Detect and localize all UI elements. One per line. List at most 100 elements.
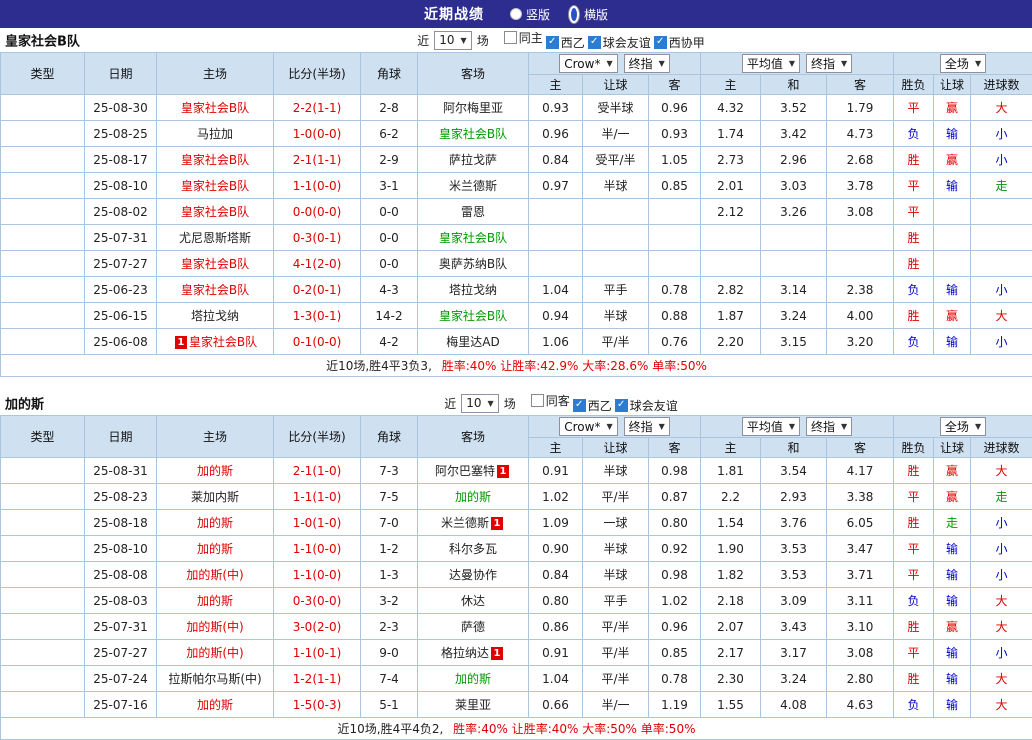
team-name: 加的斯 [5, 394, 44, 413]
home-team[interactable]: 1皇家社会B队 [157, 329, 274, 355]
away-team[interactable]: 皇家社会B队 [418, 121, 529, 147]
away-team[interactable]: 皇家社会B队 [418, 303, 529, 329]
home-team[interactable]: 塔拉戈纳 [157, 303, 274, 329]
home-team[interactable]: 皇家社会B队 [157, 199, 274, 225]
filter-bar: 近 10▼ 场 同客✓西乙✓球会友谊 [444, 392, 678, 414]
home-team[interactable]: 皇家社会B队 [157, 147, 274, 173]
league-type-badge: 球会友谊 [1, 199, 85, 225]
score: 1-5(0-3) [274, 692, 361, 718]
average-select[interactable]: 平均值▼ [742, 417, 800, 436]
col-header-corner: 角球 [361, 416, 418, 458]
filter-checkbox-球会友谊[interactable]: ✓球会友谊 [615, 397, 678, 414]
home-team[interactable]: 皇家社会B队 [157, 277, 274, 303]
filter-checkbox-西乙[interactable]: ✓西乙 [546, 34, 585, 51]
away-team[interactable]: 阿尔巴塞特1 [418, 458, 529, 484]
home-team-name: 皇家社会B队 [181, 205, 249, 219]
home-team[interactable]: 皇家社会B队 [157, 95, 274, 121]
home-team[interactable]: 莱加内斯 [157, 484, 274, 510]
odds-home: 0.90 [529, 536, 583, 562]
avg-away: 2.68 [827, 147, 894, 173]
avg-home: 2.2 [701, 484, 761, 510]
home-team[interactable]: 加的斯 [157, 588, 274, 614]
odds-handicap: 半/一 [583, 692, 649, 718]
odds-stage-select[interactable]: 终指▼ [624, 417, 670, 436]
away-team[interactable]: 米兰德斯 [418, 173, 529, 199]
match-count-select[interactable]: 10▼ [461, 394, 498, 413]
away-team[interactable]: 加的斯 [418, 484, 529, 510]
result-winloss: 平 [894, 199, 934, 225]
match-date: 25-07-24 [85, 666, 157, 692]
scope-header: 全场▼ [894, 53, 1032, 75]
bookmaker-select[interactable]: Crow*▼ [559, 417, 617, 436]
match-row: 西协甲25-06-081皇家社会B队0-1(0-0)4-2梅里达AD1.06平/… [1, 329, 1032, 355]
match-date: 25-07-31 [85, 225, 157, 251]
layout-radio-vertical[interactable]: 竖版 [510, 6, 550, 23]
away-team[interactable]: 阿尔梅里亚 [418, 95, 529, 121]
home-team[interactable]: 加的斯 [157, 536, 274, 562]
col-header-date: 日期 [85, 416, 157, 458]
corners: 7-4 [361, 666, 418, 692]
home-team[interactable]: 加的斯(中) [157, 562, 274, 588]
home-team[interactable]: 皇家社会B队 [157, 251, 274, 277]
home-team-name: 皇家社会B队 [181, 153, 249, 167]
odds-handicap [583, 225, 649, 251]
away-team[interactable]: 雷恩 [418, 199, 529, 225]
avg-stage-select[interactable]: 终指▼ [806, 417, 852, 436]
match-count-select[interactable]: 10▼ [434, 31, 471, 50]
chevron-down-icon: ▼ [659, 59, 665, 68]
match-date: 25-07-31 [85, 614, 157, 640]
sub-col-header: 让球 [583, 75, 649, 95]
odds-stage-select[interactable]: 终指▼ [624, 54, 670, 73]
result-goals: 小 [971, 562, 1032, 588]
filter-checkbox-西协甲[interactable]: ✓西协甲 [654, 34, 705, 51]
layout-radio-horizontal[interactable]: 横版 [568, 5, 608, 24]
corners: 7-0 [361, 510, 418, 536]
avg-stage-select[interactable]: 终指▼ [806, 54, 852, 73]
filter-checkbox-同客[interactable]: 同客 [531, 392, 570, 409]
away-team[interactable]: 米兰德斯1 [418, 510, 529, 536]
bookmaker-select[interactable]: Crow*▼ [559, 54, 617, 73]
scope-select[interactable]: 全场▼ [940, 54, 986, 73]
home-team[interactable]: 尤尼恩斯塔斯 [157, 225, 274, 251]
scope-select[interactable]: 全场▼ [940, 417, 986, 436]
result-winloss: 胜 [894, 458, 934, 484]
avg-home: 2.20 [701, 329, 761, 355]
away-team[interactable]: 达曼协作 [418, 562, 529, 588]
home-team[interactable]: 马拉加 [157, 121, 274, 147]
score: 2-2(1-1) [274, 95, 361, 121]
corners: 3-1 [361, 173, 418, 199]
home-team[interactable]: 皇家社会B队 [157, 173, 274, 199]
home-team-name: 皇家社会B队 [181, 257, 249, 271]
away-team[interactable]: 格拉纳达1 [418, 640, 529, 666]
away-team[interactable]: 休达 [418, 588, 529, 614]
away-team[interactable]: 奥萨苏纳B队 [418, 251, 529, 277]
away-team[interactable]: 皇家社会B队 [418, 225, 529, 251]
away-team[interactable]: 萨德 [418, 614, 529, 640]
home-team[interactable]: 拉斯帕尔马斯(中) [157, 666, 274, 692]
filter-checkbox-同主[interactable]: 同主 [504, 29, 543, 46]
away-team[interactable]: 萨拉戈萨 [418, 147, 529, 173]
home-team[interactable]: 加的斯 [157, 458, 274, 484]
away-team[interactable]: 科尔多瓦 [418, 536, 529, 562]
odds-away: 0.78 [649, 666, 701, 692]
checkbox-label: 西乙 [561, 34, 585, 51]
home-team[interactable]: 加的斯 [157, 692, 274, 718]
away-team[interactable]: 梅里达AD [418, 329, 529, 355]
odds-home: 0.84 [529, 147, 583, 173]
away-team[interactable]: 加的斯 [418, 666, 529, 692]
away-team[interactable]: 莱里亚 [418, 692, 529, 718]
away-team[interactable]: 塔拉戈纳 [418, 277, 529, 303]
away-team-name: 莱里亚 [455, 698, 491, 712]
filter-checkbox-西乙[interactable]: ✓西乙 [573, 397, 612, 414]
odds-away: 1.05 [649, 147, 701, 173]
odds-handicap: 平手 [583, 588, 649, 614]
home-team[interactable]: 加的斯(中) [157, 614, 274, 640]
average-select[interactable]: 平均值▼ [742, 54, 800, 73]
home-team-name: 加的斯 [197, 542, 233, 556]
home-team[interactable]: 加的斯(中) [157, 640, 274, 666]
chevron-down-icon: ▼ [488, 399, 494, 408]
odds-away: 0.96 [649, 614, 701, 640]
home-team[interactable]: 加的斯 [157, 510, 274, 536]
match-row: 球会友谊25-07-27加的斯(中)1-1(0-1)9-0格拉纳达10.91平/… [1, 640, 1032, 666]
filter-checkbox-球会友谊[interactable]: ✓球会友谊 [588, 34, 651, 51]
